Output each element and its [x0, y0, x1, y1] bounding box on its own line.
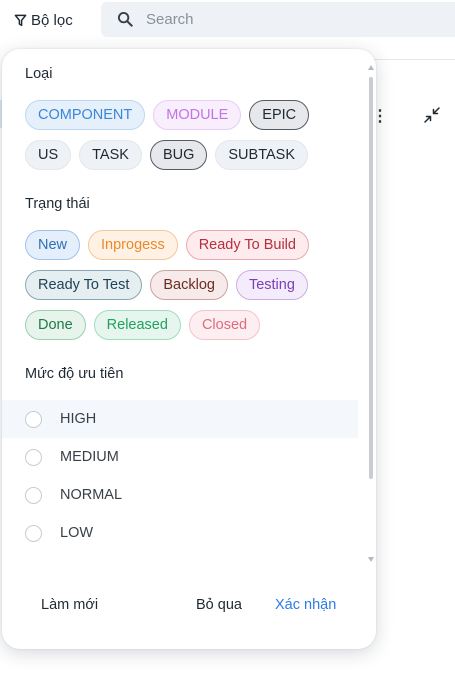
- priority-option-label: HIGH: [60, 411, 97, 427]
- filter-icon: [14, 14, 27, 26]
- radio-button[interactable]: [25, 448, 42, 466]
- type-section-title: Loại: [25, 66, 53, 82]
- status-chip-released[interactable]: Released: [93, 310, 181, 340]
- status-section-title: Trạng thái: [25, 196, 90, 212]
- status-chip-inprogess[interactable]: Inprogess: [88, 230, 178, 260]
- radio-button[interactable]: [25, 524, 42, 542]
- filter-label: Bộ lọc: [31, 11, 73, 29]
- confirm-button[interactable]: Xác nhận: [275, 597, 336, 613]
- scroll-down-arrow-icon[interactable]: [368, 557, 374, 562]
- filter-button[interactable]: Bộ lọc: [14, 9, 73, 31]
- status-chip-backlog[interactable]: Backlog: [150, 270, 228, 300]
- radio-button[interactable]: [25, 410, 42, 428]
- type-chip-epic[interactable]: EPIC: [249, 100, 310, 130]
- reset-button[interactable]: Làm mới: [41, 597, 98, 613]
- priority-option-low[interactable]: LOW: [2, 514, 358, 552]
- scroll-up-arrow-icon[interactable]: [368, 65, 374, 70]
- background-divider: [370, 59, 455, 60]
- priority-option-normal[interactable]: NORMAL: [2, 476, 358, 514]
- filter-scroll-area[interactable]: Loại COMPONENT MODULE EPIC US TASK BUG SUBTASK…: [2, 49, 368, 569]
- status-chip-new[interactable]: New: [25, 230, 81, 260]
- priority-option-medium[interactable]: MEDIUM: [2, 438, 358, 476]
- radio-button[interactable]: [25, 486, 42, 504]
- status-chip-testing[interactable]: Testing: [235, 270, 308, 300]
- type-chip-group: COMPONENT MODULE EPIC US TASK BUG SUBTASK: [25, 100, 355, 170]
- type-chip-subtask[interactable]: SUBTASK: [215, 140, 308, 170]
- type-chip-module[interactable]: MODULE: [153, 100, 242, 130]
- priority-option-high[interactable]: HIGH: [2, 400, 358, 438]
- priority-option-label: MEDIUM: [60, 449, 119, 465]
- priority-section-title: Mức độ ưu tiên: [25, 366, 124, 382]
- skip-button[interactable]: Bỏ qua: [196, 597, 242, 613]
- type-chip-bug[interactable]: BUG: [149, 140, 208, 170]
- status-chip-closed[interactable]: Closed: [188, 310, 261, 340]
- type-chip-component[interactable]: COMPONENT: [25, 100, 146, 130]
- priority-option-label: NORMAL: [60, 487, 123, 503]
- priority-list: HIGH MEDIUM NORMAL LOW: [2, 400, 358, 552]
- type-chip-us[interactable]: US: [25, 140, 72, 170]
- type-chip-task[interactable]: TASK: [79, 140, 142, 170]
- scrollbar-thumb[interactable]: [369, 77, 373, 479]
- status-chip-done[interactable]: Done: [25, 310, 86, 340]
- search-icon: [117, 11, 133, 27]
- collapse-icon[interactable]: [423, 106, 441, 124]
- status-chip-ready-to-test[interactable]: Ready To Test: [25, 270, 143, 300]
- top-bar: Bộ lọc: [0, 0, 455, 40]
- status-chip-ready-to-build[interactable]: Ready To Build: [185, 230, 309, 260]
- priority-option-label: LOW: [60, 525, 94, 541]
- status-chip-group: New Inprogess Ready To Build Ready To Test B…: [25, 230, 355, 340]
- search-input[interactable]: [146, 11, 426, 28]
- search-box[interactable]: [101, 2, 455, 37]
- filter-panel: Loại COMPONENT MODULE EPIC US TASK BUG SUBTASK…: [2, 49, 376, 649]
